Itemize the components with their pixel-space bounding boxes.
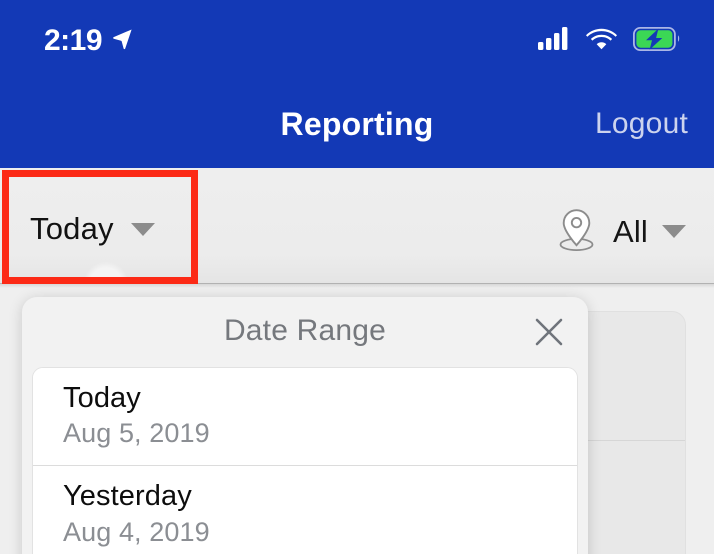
- close-icon[interactable]: [527, 310, 571, 354]
- popover-caret: [84, 262, 128, 284]
- wifi-icon: [586, 27, 617, 55]
- app-root: 2:19 Reporting Logout Today All Date Ran…: [0, 0, 714, 554]
- modal-title: Date Range: [223, 314, 387, 347]
- list-item[interactable]: Today Aug 5, 2019: [33, 368, 577, 466]
- logout-button[interactable]: Logout: [595, 107, 688, 141]
- navigation-bar: Reporting Logout: [0, 82, 714, 168]
- date-filter-label: Today: [30, 211, 114, 246]
- list-item-title: Yesterday: [63, 480, 192, 513]
- map-pin-icon: [554, 206, 599, 257]
- battery-charging-icon: [632, 26, 680, 56]
- status-time: 2:19: [44, 24, 103, 57]
- date-filter-dropdown[interactable]: Today: [30, 211, 155, 247]
- list-item[interactable]: Yesterday Aug 4, 2019: [33, 465, 577, 554]
- status-bar: 2:19: [0, 0, 714, 82]
- location-arrow-icon: [111, 27, 134, 55]
- chevron-down-icon: [662, 225, 686, 238]
- location-filter-label: All: [612, 213, 648, 249]
- date-range-popover: Date Range Today Aug 5, 2019 Yesterday A…: [22, 297, 588, 554]
- modal-header: Date Range: [22, 297, 588, 366]
- list-item-date: Aug 5, 2019: [63, 418, 210, 449]
- list-item-date: Aug 4, 2019: [63, 516, 210, 547]
- chevron-down-icon: [130, 222, 155, 236]
- list-item-title: Today: [63, 382, 141, 414]
- cellular-signal-icon: [538, 27, 570, 55]
- status-bar-right: [538, 26, 680, 56]
- location-filter-dropdown[interactable]: All: [554, 206, 686, 257]
- status-bar-left: 2:19: [44, 26, 134, 56]
- filter-toolbar: Today All: [0, 168, 714, 288]
- date-range-options-list: Today Aug 5, 2019 Yesterday Aug 4, 2019: [32, 367, 578, 554]
